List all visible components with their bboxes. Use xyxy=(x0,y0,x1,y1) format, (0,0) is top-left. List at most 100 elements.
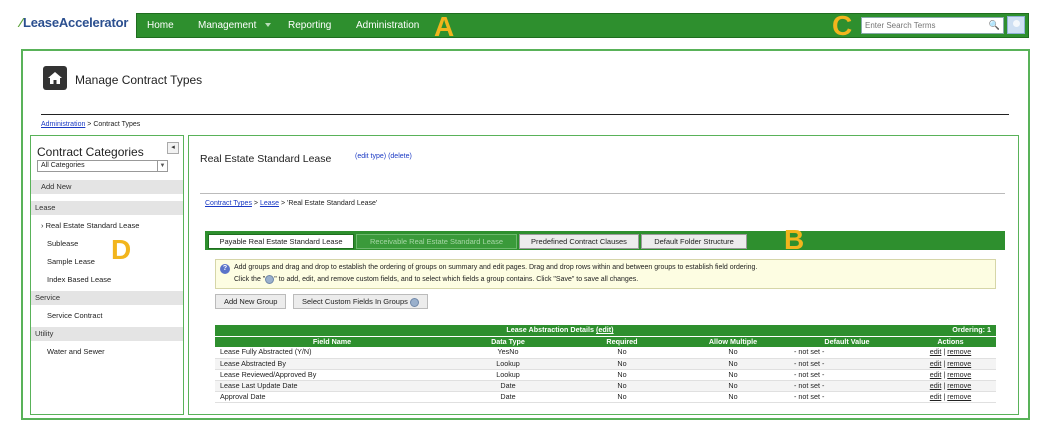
column-header-actions: Actions xyxy=(905,335,996,347)
required-cell: No xyxy=(567,358,677,370)
required-cell: No xyxy=(567,369,677,381)
info-line-2-start: Click the " xyxy=(234,276,266,283)
field-name-cell: Lease Fully Abstracted (Y/N) xyxy=(215,347,449,359)
tab-default-folder-structure[interactable]: Default Folder Structure xyxy=(641,234,747,249)
remove-link[interactable]: remove xyxy=(947,347,971,356)
collapse-button[interactable]: ◂ xyxy=(167,142,179,154)
add-new-category[interactable]: Add New xyxy=(31,180,183,194)
column-header-default-value: Default Value xyxy=(789,335,905,347)
nav-home[interactable]: Home xyxy=(147,20,174,31)
sidebar-item-sample-lease[interactable]: Sample Lease xyxy=(31,255,183,269)
sidebar-item-label: Real Estate Standard Lease xyxy=(45,221,140,230)
remove-link[interactable]: remove xyxy=(947,370,971,379)
app-logo[interactable]: ⁄LeaseAccelerator xyxy=(20,15,128,30)
sidebar-item-real-estate-standard-lease[interactable]: › Real Estate Standard Lease xyxy=(31,219,183,233)
table-row[interactable]: Lease Last Update Date Date No No - not … xyxy=(215,380,996,392)
edit-type-link[interactable]: (edit type) xyxy=(355,153,386,160)
table-row[interactable]: Lease Fully Abstracted (Y/N) YesNo No No… xyxy=(215,347,996,359)
nav-administration[interactable]: Administration xyxy=(356,20,419,31)
actions-cell: edit | remove xyxy=(905,380,996,392)
callout-d: D xyxy=(111,234,132,265)
field-name-cell: Lease Last Update Date xyxy=(215,380,449,392)
breadcrumb: Administration > Contract Types xyxy=(41,121,140,128)
tab-predefined-clauses[interactable]: Predefined Contract Clauses xyxy=(519,234,639,249)
default-value-cell: - not set - xyxy=(789,380,905,392)
avatar[interactable] xyxy=(1007,16,1025,34)
actions-cell: edit | remove xyxy=(905,391,996,403)
remove-link[interactable]: remove xyxy=(947,359,971,368)
table-caption: Lease Abstraction Details (edit) xyxy=(215,325,905,336)
breadcrumb-current: Contract Types xyxy=(93,121,141,128)
breadcrumb-contract-types[interactable]: Contract Types xyxy=(205,200,252,207)
sidebar-item-service-contract[interactable]: Service Contract xyxy=(31,309,183,323)
callout-b: B xyxy=(784,224,805,255)
breadcrumb-administration[interactable]: Administration xyxy=(41,121,85,128)
breadcrumb-sep: > xyxy=(251,200,260,207)
search-icon[interactable]: 🔍 xyxy=(989,20,1000,31)
nav-management[interactable]: Management xyxy=(198,20,256,31)
table-row[interactable]: Lease Abstracted By Lookup No No - not s… xyxy=(215,358,996,370)
actions-cell: edit | remove xyxy=(905,358,996,370)
breadcrumb-lease[interactable]: Lease xyxy=(260,200,279,207)
default-value-cell: - not set - xyxy=(789,391,905,403)
sidebar-item-water-and-sewer[interactable]: Water and Sewer xyxy=(31,345,183,359)
remove-link[interactable]: remove xyxy=(947,381,971,390)
required-cell: No xyxy=(567,347,677,359)
data-type-cell: Lookup xyxy=(449,369,567,381)
logo-text: LeaseAccelerator xyxy=(22,15,129,30)
default-value-cell: - not set - xyxy=(789,369,905,381)
selected-marker: › xyxy=(41,221,44,230)
column-header-data-type: Data Type xyxy=(449,335,567,347)
delete-link[interactable]: (delete) xyxy=(388,153,412,160)
field-name-cell: Approval Date xyxy=(215,391,449,403)
sidebar-group-service: Service xyxy=(31,291,183,305)
edit-link[interactable]: edit xyxy=(930,347,942,356)
breadcrumb-current: > 'Real Estate Standard Lease' xyxy=(279,200,378,207)
allow-multiple-cell: No xyxy=(677,347,789,359)
contract-type-actions: (edit type) (delete) xyxy=(355,153,412,160)
table-row[interactable]: Lease Reviewed/Approved By Lookup No No … xyxy=(215,369,996,381)
contract-type-panel: Real Estate Standard Lease (edit type) (… xyxy=(188,135,1019,415)
sidebar-item-index-based-lease[interactable]: Index Based Lease xyxy=(31,273,183,287)
chevron-down-icon: ▼ xyxy=(157,161,167,171)
table-caption-text: Lease Abstraction Details xyxy=(506,325,595,335)
edit-link[interactable]: edit xyxy=(930,359,942,368)
page-frame: Manage Contract Types Administration > C… xyxy=(21,49,1030,420)
edit-group-link[interactable]: (edit) xyxy=(596,325,614,334)
edit-link[interactable]: edit xyxy=(930,381,942,390)
edit-link[interactable]: edit xyxy=(930,392,942,401)
add-new-group-button[interactable]: Add New Group xyxy=(215,294,287,309)
ordering-label: Ordering: 1 xyxy=(905,325,996,336)
info-line-2: Click the " " to add, edit, and remove cu… xyxy=(234,274,995,286)
tab-receivable[interactable]: Receivable Real Estate Standard Lease xyxy=(356,234,517,249)
data-type-cell: Date xyxy=(449,391,567,403)
default-value-cell: - not set - xyxy=(789,358,905,370)
edit-link[interactable]: edit xyxy=(930,370,942,379)
actions-cell: edit | remove xyxy=(905,369,996,381)
select-custom-fields-label: Select Custom Fields In Groups xyxy=(302,297,408,306)
contract-categories-panel: Contract Categories ◂ All Categories ▼ A… xyxy=(30,135,184,415)
gear-icon xyxy=(409,297,419,307)
category-select[interactable]: All Categories ▼ xyxy=(37,160,168,172)
help-icon: ? xyxy=(220,264,230,274)
remove-link[interactable]: remove xyxy=(947,392,971,401)
select-custom-fields-button[interactable]: Select Custom Fields In Groups xyxy=(293,294,428,309)
nav-reporting[interactable]: Reporting xyxy=(288,20,331,31)
data-type-cell: Lookup xyxy=(449,358,567,370)
tab-payable[interactable]: Payable Real Estate Standard Lease xyxy=(208,234,354,249)
table-row[interactable]: Approval Date Date No No - not set - edi… xyxy=(215,391,996,403)
sidebar-title: Contract Categories xyxy=(37,145,144,159)
sidebar-group-lease: Lease xyxy=(31,201,183,215)
home-button[interactable] xyxy=(43,66,67,90)
sidebar-item-sublease[interactable]: Sublease xyxy=(31,237,183,251)
callout-c: C xyxy=(832,10,853,41)
column-header-required: Required xyxy=(567,335,677,347)
search-box: 🔍 xyxy=(861,17,1004,34)
allow-multiple-cell: No xyxy=(677,391,789,403)
info-line-2-end: " to add, edit, and remove custom fields… xyxy=(274,276,639,283)
column-header-allow-multiple: Allow Multiple xyxy=(677,335,789,347)
search-input[interactable] xyxy=(862,18,987,33)
logo-mark: ⁄ xyxy=(20,15,22,30)
chevron-down-icon[interactable] xyxy=(265,23,271,27)
category-select-value: All Categories xyxy=(41,162,85,169)
